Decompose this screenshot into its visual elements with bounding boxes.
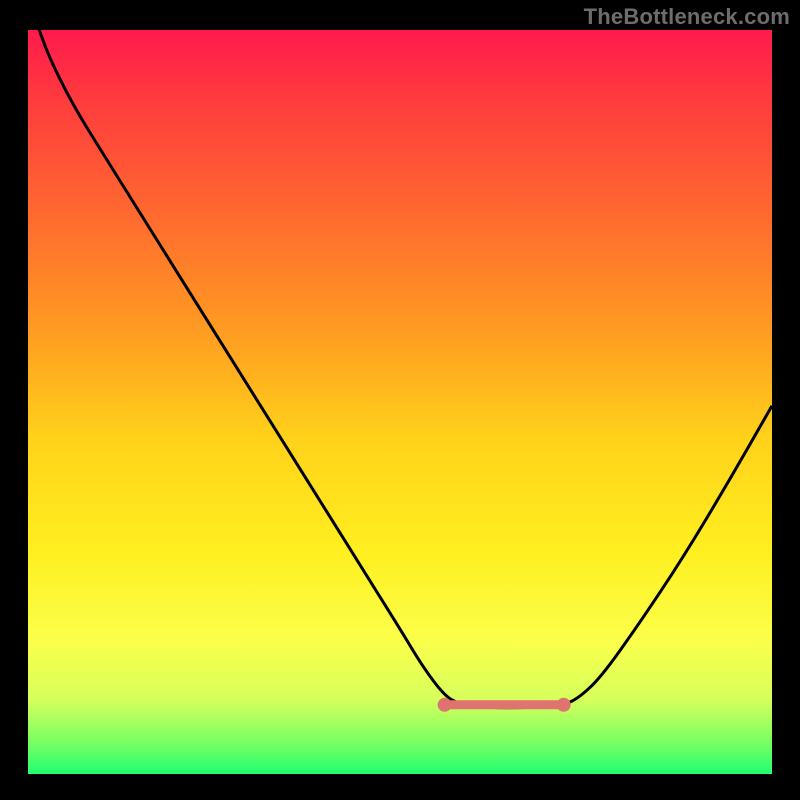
optimal-band-end-cap <box>557 698 571 712</box>
optimal-band-start-cap <box>438 698 452 712</box>
chart-container: TheBottleneck.com <box>0 0 800 800</box>
plot-background <box>28 30 772 774</box>
watermark-text: TheBottleneck.com <box>584 4 790 30</box>
bottleneck-chart <box>0 0 800 800</box>
